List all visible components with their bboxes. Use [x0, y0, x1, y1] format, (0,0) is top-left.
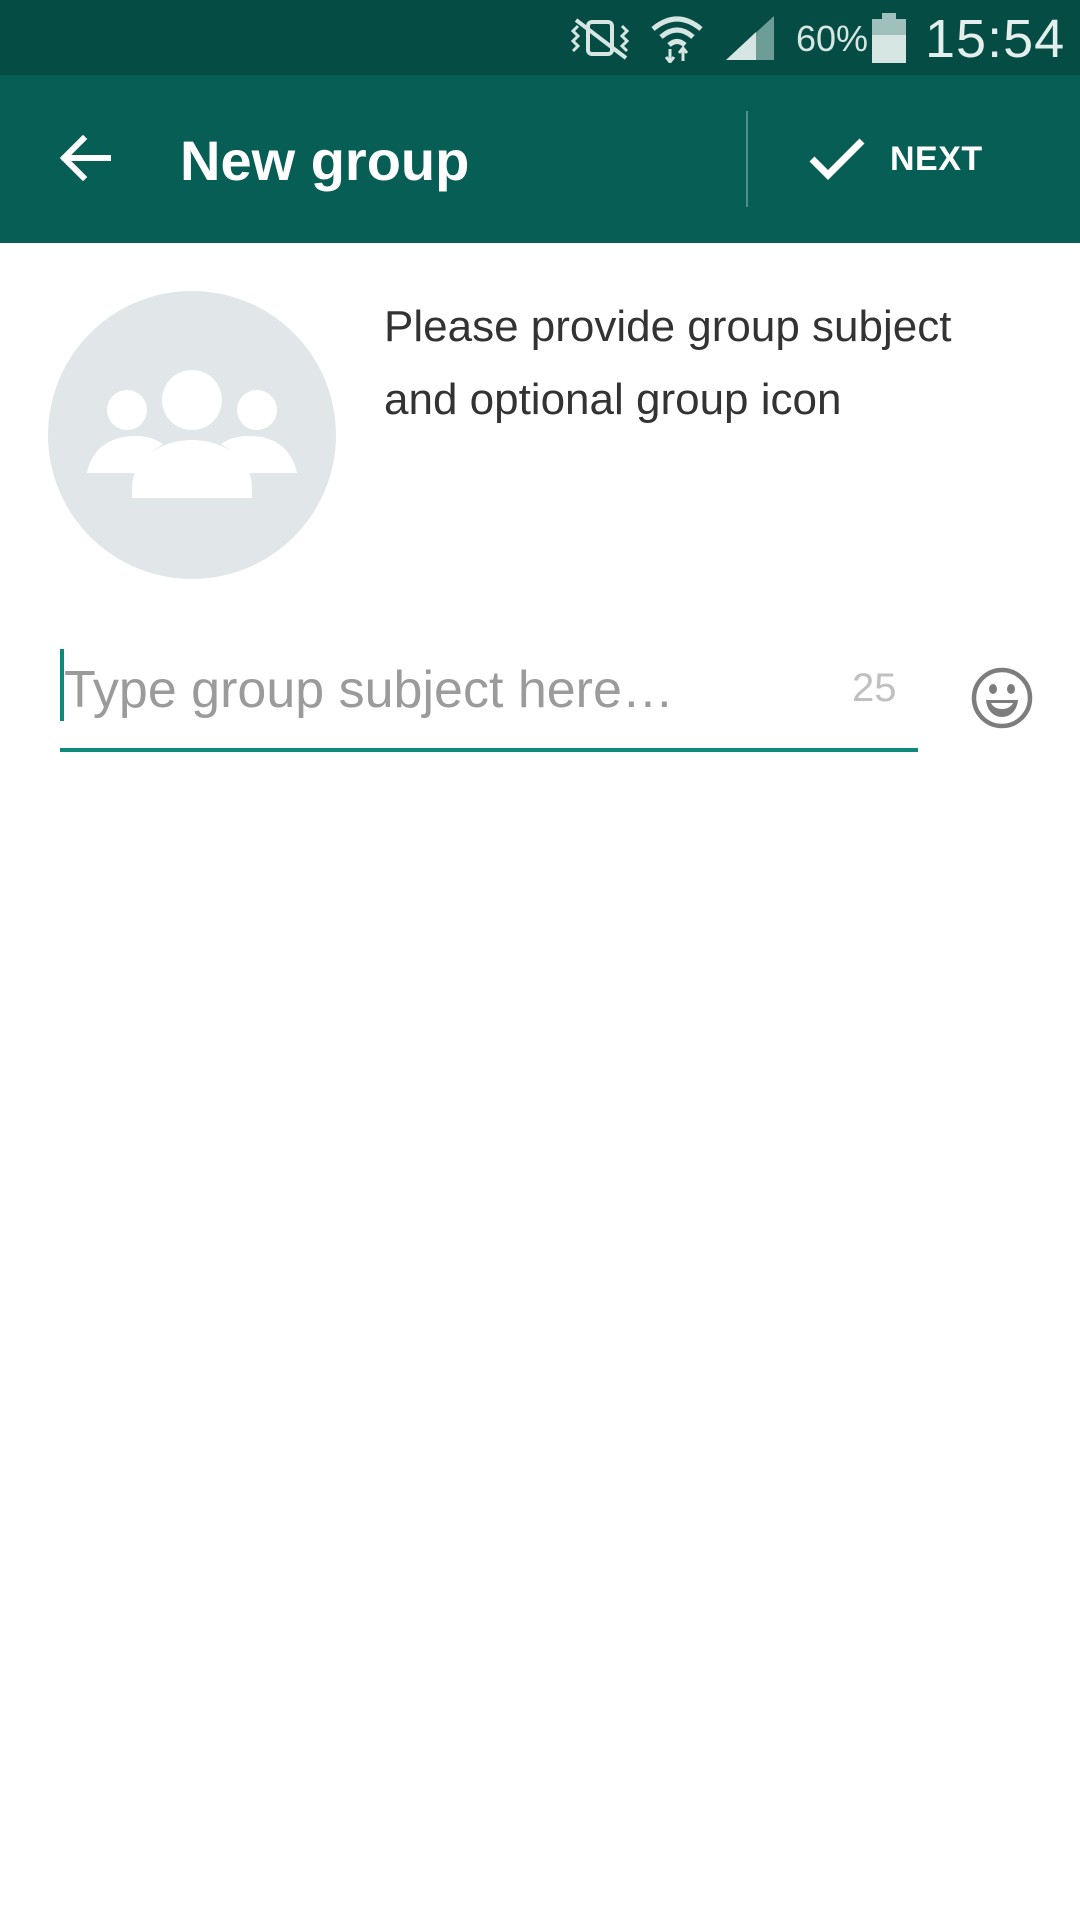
battery-percent: 60%: [796, 18, 869, 59]
app-bar-divider: [746, 111, 748, 207]
group-subject-input[interactable]: [64, 640, 834, 740]
vibrate-mute-icon: [562, 0, 638, 75]
group-subject-field: 25: [60, 640, 918, 752]
next-button[interactable]: NEXT: [780, 101, 1020, 217]
next-label: NEXT: [890, 139, 983, 178]
smiley-emoji-icon: [971, 667, 1033, 734]
app-bar: New group NEXT: [0, 75, 1080, 243]
status-time: 15:54: [925, 9, 1066, 69]
group-icon-picker[interactable]: [48, 291, 336, 579]
cell-signal-icon: [724, 0, 776, 75]
wifi-icon: [650, 0, 704, 75]
group-people-icon: [87, 368, 297, 503]
emoji-button[interactable]: [968, 666, 1036, 734]
char-counter: 25: [852, 666, 897, 710]
page-title: New group: [180, 129, 470, 192]
battery-icon: [870, 0, 908, 75]
arrow-back-icon: [59, 134, 112, 186]
instruction-text: Please provide group subject and optiona…: [384, 302, 952, 424]
check-icon: [800, 129, 874, 189]
status-bar: 60% 15:54: [0, 0, 1080, 75]
back-button[interactable]: [40, 115, 130, 205]
